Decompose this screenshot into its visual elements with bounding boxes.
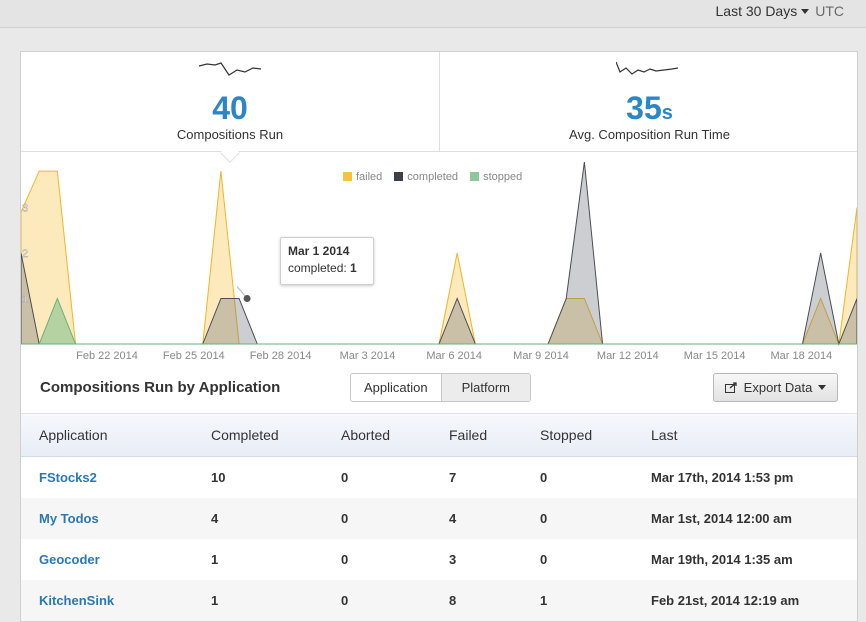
cell-failed: 8 [449,593,457,608]
cell-failed: 7 [449,470,457,485]
date-range-selector[interactable]: Last 30 Days UTC [716,3,845,19]
cell-completed: 10 [211,470,226,485]
cell-failed: 4 [449,511,457,526]
column-header-application[interactable]: Application [39,414,108,456]
runs-chart: 1 2 3 Feb 22 2014 Feb 25 2014 Feb 28 2014 Mar … [21,152,857,365]
legend-swatch [470,172,480,181]
x-tick-label: Feb 25 2014 [163,350,225,362]
y-tick-label: 2 [22,248,28,260]
x-tick-label: Feb 22 2014 [76,350,138,362]
cell-completed: 1 [211,593,219,608]
y-tick-label: 1 [22,294,28,306]
top-bar: Last 30 Days UTC [0,0,866,28]
stat-label: Compositions Run [176,127,284,142]
table-row: FStocks2 10 0 7 0 Mar 17th, 2014 1:53 pm [21,457,857,498]
table-row: My Todos 4 0 4 0 Mar 1st, 2014 12:00 am [21,498,857,539]
x-tick-label: Feb 28 2014 [250,350,312,362]
tooltip-body: completed: 1 [288,261,357,275]
tooltip-title: Mar 1 2014 [288,244,350,258]
series-area-stopped [21,297,857,345]
cell-aborted: 0 [341,470,349,485]
section-title: Compositions Run by Application [40,379,281,396]
cell-last: Mar 19th, 2014 1:35 am [651,552,793,567]
tab-platform[interactable]: Platform [440,374,531,401]
cell-stopped: 0 [540,552,548,567]
cell-aborted: 0 [341,552,349,567]
app-link[interactable]: My Todos [39,498,99,539]
legend-item-stopped[interactable]: stopped [470,171,522,183]
x-tick-label: Mar 12 2014 [597,350,659,362]
export-icon [724,382,737,393]
chevron-down-icon[interactable] [801,8,810,14]
legend-swatch [343,172,352,181]
dashboard-panel: 40 Compositions Run 35s Avg. Composition… [20,51,858,622]
chart-svg: 1 2 3 Feb 22 2014 Feb 25 2014 Feb 28 2014 Mar … [21,161,857,362]
chart-legend: failed completed stopped [343,171,522,183]
app-link[interactable]: KitchenSink [39,580,114,621]
column-header-completed[interactable]: Completed [211,414,279,456]
cell-last: Feb 21st, 2014 12:19 am [651,593,800,608]
legend-item-failed[interactable]: failed [343,171,382,183]
legend-swatch [394,172,404,181]
app-link[interactable]: FStocks2 [39,457,97,498]
x-tick-label: Mar 15 2014 [684,350,746,362]
cell-last: Mar 1st, 2014 12:00 am [651,511,792,526]
table-row: Geocoder 1 0 3 0 Mar 19th, 2014 1:35 am [21,539,857,580]
cell-completed: 1 [211,552,219,567]
series-area-failed [21,170,857,346]
cell-aborted: 0 [341,511,349,526]
export-label[interactable]: Export Data [744,380,813,395]
cell-stopped: 0 [540,470,548,485]
stat-value: 35s [626,90,673,126]
cell-aborted: 0 [341,593,349,608]
sparkline-icon [616,61,679,75]
table-row: KitchenSink 1 0 8 1 Feb 21st, 2014 12:19… [21,580,857,621]
stat-label: Avg. Composition Run Time [569,127,730,142]
cell-completed: 4 [211,511,219,526]
stat-avg-run-time[interactable]: 35s Avg. Composition Run Time [440,52,857,152]
stat-compositions-run[interactable]: 40 Compositions Run [21,52,440,152]
series-area-completed [21,161,857,346]
y-tick-label: 3 [22,203,28,215]
column-header-aborted[interactable]: Aborted [341,414,390,456]
cell-stopped: 0 [540,511,548,526]
cell-last: Mar 17th, 2014 1:53 pm [651,470,794,485]
sparkline-icon [199,62,262,76]
hover-point[interactable] [243,295,251,302]
tab-application[interactable]: Application [351,374,441,401]
cell-stopped: 1 [540,593,548,608]
export-data-button[interactable]: Export Data [713,373,838,402]
timezone-label: UTC [815,3,844,19]
app-link[interactable]: Geocoder [39,539,100,580]
legend-item-completed[interactable]: completed [394,171,458,183]
table-header: Application Completed Aborted Failed Sto… [21,413,857,457]
column-header-last[interactable]: Last [651,414,677,456]
column-header-stopped[interactable]: Stopped [540,414,592,456]
date-range-label[interactable]: Last 30 Days [716,3,798,19]
x-tick-label: Mar 6 2014 [426,350,482,362]
column-header-failed[interactable]: Failed [449,414,487,456]
x-tick-label: Mar 18 2014 [771,350,833,362]
cell-failed: 3 [449,552,457,567]
stat-value: 40 [212,90,248,126]
group-by-toggle: Application Platform [350,373,532,402]
x-tick-label: Mar 3 2014 [340,350,396,362]
x-tick-label: Mar 9 2014 [513,350,569,362]
chart-tooltip: Mar 1 2014 completed: 1 [280,237,374,285]
chevron-down-icon[interactable] [818,385,827,390]
